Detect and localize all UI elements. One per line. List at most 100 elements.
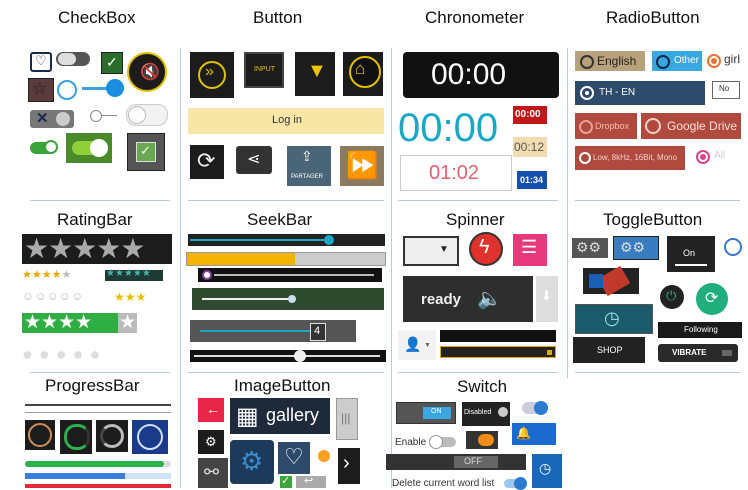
rating-bar-yellow[interactable]: ★★★ — [114, 290, 146, 304]
grey-checkbox[interactable]: ✓ — [127, 133, 165, 171]
scroll-imagebutton[interactable]: ||| — [336, 398, 358, 440]
radio-toggle[interactable] — [90, 110, 102, 122]
blue-gear-imagebutton[interactable]: ⚙ — [230, 440, 274, 484]
toggle-refresh[interactable]: ⟳ — [696, 283, 728, 315]
reply-imagebutton[interactable]: ↩ — [296, 475, 326, 488]
radio-all[interactable] — [696, 150, 710, 164]
rating-bar-leaves[interactable]: ●●●●● — [22, 344, 106, 365]
share-nodes-imagebutton[interactable]: ⚯ — [198, 458, 228, 488]
switch-orange[interactable] — [466, 431, 498, 449]
progress-thin-bar — [25, 412, 171, 413]
toggle-blue-gears[interactable]: ⚙⚙ — [613, 236, 659, 260]
switch-disabled[interactable]: Disabled — [462, 402, 510, 426]
input-button[interactable]: INPUT — [244, 52, 284, 88]
toggle-vibrate[interactable]: VIBRATE — [658, 344, 738, 362]
green-switch-image[interactable] — [66, 133, 112, 163]
green-toggle[interactable] — [30, 140, 58, 154]
toggle-following[interactable]: Following — [658, 322, 742, 338]
rating-bar-faces[interactable]: ☺☺☺☺☺ — [22, 289, 83, 303]
share-button[interactable]: ⋖ — [236, 146, 272, 174]
down-button[interactable]: ▼ — [295, 52, 335, 96]
radio-no[interactable]: No — [712, 81, 740, 99]
radio-th-en[interactable]: TH - EN — [575, 81, 705, 105]
radio-girl[interactable] — [707, 54, 721, 68]
radio-dropbox[interactable]: Dropbox — [575, 113, 637, 139]
spinner-red[interactable]: ϟ — [469, 232, 503, 266]
switch-delete[interactable] — [504, 477, 527, 490]
caret-down-icon: ▼ — [424, 342, 431, 349]
checkmark-icon: ✓ — [140, 143, 151, 158]
seekbar-nature[interactable] — [192, 288, 384, 310]
heart-imagebutton[interactable]: ♡ — [278, 442, 310, 474]
radio-low-quality[interactable]: Low, 8kHz, 16Bit, Mono — [575, 146, 685, 170]
radio-google-drive[interactable]: Google Drive — [641, 113, 741, 139]
rating-empty-star[interactable]: ★ — [118, 312, 137, 333]
refresh-button[interactable]: ⟳ — [190, 145, 224, 179]
rating-bar-large[interactable]: ★★★★★ — [22, 233, 172, 264]
switch-timer[interactable]: ◷ — [532, 454, 562, 488]
radio-english[interactable]: English — [575, 51, 645, 71]
star-checkbox[interactable]: ☆ — [28, 78, 54, 102]
circle-checkbox[interactable] — [57, 80, 77, 100]
seekbar-thumb[interactable] — [324, 235, 334, 245]
seekbar-thumb[interactable]: 4 — [310, 323, 326, 341]
back-imagebutton[interactable]: ← — [198, 398, 224, 422]
mute-checkbox[interactable]: 🔇 — [127, 52, 167, 92]
export-icon: ⇪ — [301, 148, 313, 164]
column-divider — [391, 48, 392, 488]
login-button[interactable]: Log in — [188, 108, 384, 134]
forward-button[interactable]: » — [190, 52, 234, 98]
seekbar-thumb[interactable] — [288, 295, 296, 303]
spinner-ready[interactable]: ready 🔈 — [403, 276, 533, 322]
seekbar-purple[interactable] — [198, 268, 382, 282]
toggle-checkbox[interactable] — [56, 52, 90, 66]
settings-imagebutton[interactable]: ⚙ — [198, 430, 224, 454]
check-imagebutton[interactable]: ✓ — [280, 475, 292, 488]
partager-button[interactable]: ⇪ PARTAGER — [287, 146, 331, 186]
grey-toggle[interactable] — [126, 104, 168, 126]
toggle-gears[interactable]: ⚙⚙ — [572, 238, 608, 258]
toggle-shop[interactable]: SHOP — [573, 337, 645, 363]
clock-icon: ◷ — [604, 308, 620, 328]
gallery-imagebutton[interactable]: ▦ gallery — [230, 398, 330, 434]
switch-off[interactable]: OFF — [386, 454, 526, 470]
spinner-yellow-line[interactable] — [440, 346, 556, 358]
rating-bar-small[interactable]: ★★★★★ — [22, 268, 71, 281]
switch-on-blue[interactable]: ON — [396, 402, 456, 424]
seekbar-number[interactable]: 4 — [190, 320, 356, 342]
seekbar-dark[interactable] — [188, 234, 385, 246]
next-imagebutton[interactable]: › — [338, 448, 360, 484]
chrono-red: 00:00 — [513, 106, 547, 124]
seekbar-thumb[interactable] — [202, 270, 212, 280]
toggle-dial[interactable] — [583, 265, 639, 297]
seekbar-thumb[interactable] — [294, 350, 306, 362]
spinner-ready-arrow[interactable]: ⬇ — [536, 276, 558, 322]
switch-off-label: OFF — [464, 456, 482, 466]
orange-dot-imagebutton[interactable] — [318, 450, 330, 462]
seekbar-white[interactable] — [190, 350, 386, 362]
spinner-dark-line[interactable] — [440, 330, 556, 342]
spinner-person[interactable]: 👤 ▼ — [398, 330, 436, 360]
toggle-power[interactable]: ⏻ — [660, 285, 684, 309]
seekbar-yellow[interactable] — [186, 252, 386, 266]
toggle-on[interactable]: On — [667, 236, 715, 272]
heart-icon: ♡ — [284, 444, 304, 469]
switch-knob: ON — [423, 407, 451, 419]
crosshair-icon[interactable] — [724, 238, 742, 256]
switch-on-small[interactable] — [522, 401, 548, 415]
home-button[interactable]: ⌂ — [343, 52, 383, 96]
switch-bell[interactable]: 🔔 — [512, 423, 556, 445]
list-icon: ☰ — [521, 237, 538, 257]
switch-blue-knob[interactable] — [106, 79, 124, 97]
switch-enable[interactable] — [429, 435, 456, 449]
x-checkbox[interactable]: ✕ — [30, 110, 74, 128]
green-checkbox[interactable]: ✓ — [101, 52, 123, 74]
rating-bar-teal[interactable]: ★★★★★ — [105, 268, 163, 281]
fast-forward-button[interactable]: ⏩ — [340, 146, 384, 186]
heart-checkbox[interactable]: ♡ — [30, 52, 52, 72]
radio-other[interactable]: Other — [652, 51, 702, 71]
spinner-grey[interactable]: ▼ — [403, 236, 459, 266]
spinner-pink[interactable]: ☰ — [513, 234, 547, 266]
toggle-clock[interactable]: ◷ — [575, 304, 653, 334]
rating-bar-green[interactable]: ★★★★ — [22, 312, 118, 333]
